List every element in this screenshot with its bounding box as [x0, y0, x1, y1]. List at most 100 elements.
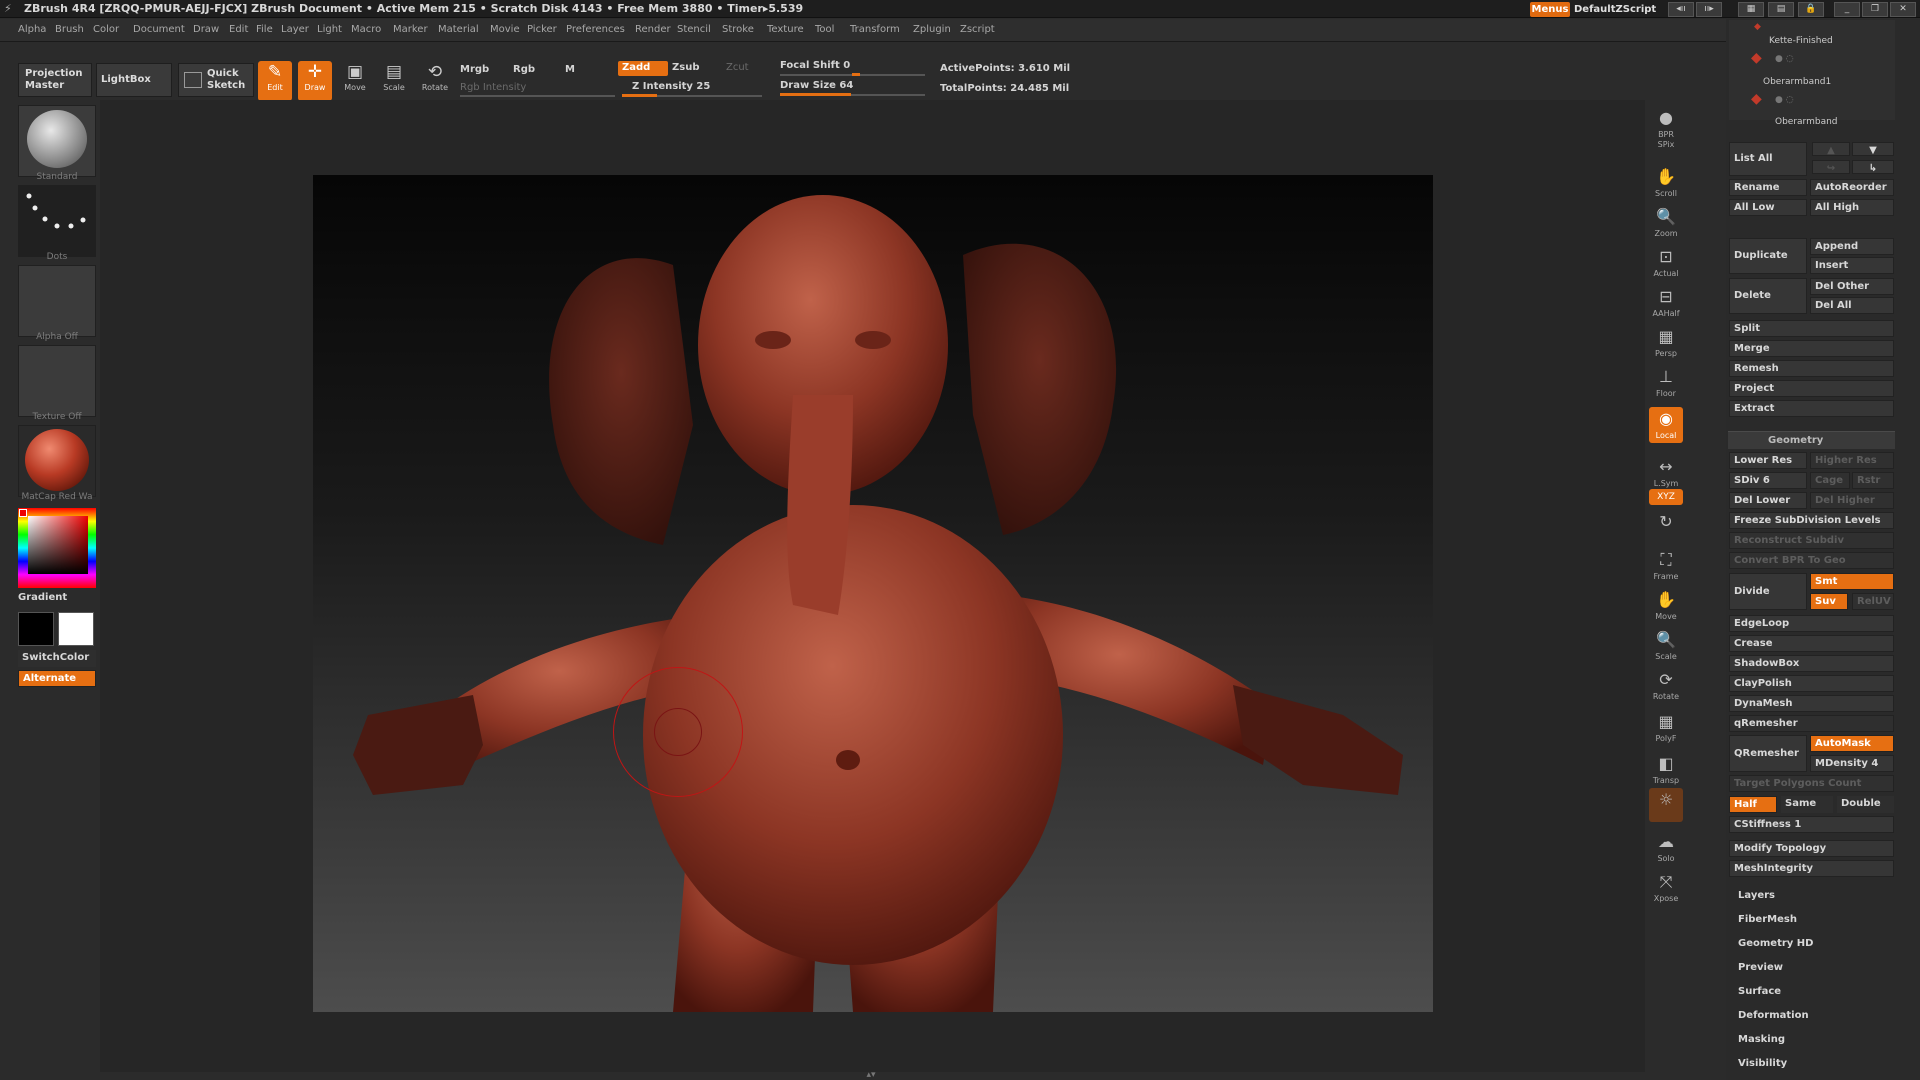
lsym-button[interactable]: ↔ L.Sym — [1649, 455, 1683, 491]
rstr-button[interactable]: Rstr — [1852, 472, 1894, 489]
menu-alpha[interactable]: Alpha — [18, 24, 46, 35]
move-up-icon[interactable]: ▲ — [1812, 142, 1850, 156]
rotate-view-button[interactable]: ⟳ Rotate — [1649, 668, 1683, 704]
all-high-button[interactable]: All High — [1810, 199, 1894, 216]
target-polygons-slider[interactable]: Target Polygons Count — [1729, 775, 1894, 792]
del-higher-button[interactable]: Del Higher — [1810, 492, 1894, 509]
layout-icon[interactable]: ▦ — [1738, 2, 1764, 17]
list-all-button[interactable]: List All — [1729, 142, 1807, 176]
move-down-icon[interactable]: ▼ — [1852, 142, 1894, 156]
menu-preferences[interactable]: Preferences — [566, 24, 625, 35]
local-button[interactable]: ◉ Local — [1649, 407, 1683, 443]
move-button[interactable]: ▣ Move — [338, 61, 372, 101]
masking-section[interactable]: Masking — [1738, 1034, 1785, 1045]
subtool-visibility-icon[interactable]: ● ◌ — [1775, 95, 1794, 105]
menu-file[interactable]: File — [256, 24, 273, 35]
qremesher-button[interactable]: QRemesher — [1729, 735, 1807, 772]
transp-button[interactable]: ◧ Transp — [1649, 752, 1683, 788]
alpha-selector[interactable] — [18, 265, 96, 337]
quick-sketch-button[interactable]: Quick Sketch — [178, 63, 254, 97]
solo-button[interactable]: ☁ Solo — [1649, 830, 1683, 866]
lightbox-button[interactable]: LightBox — [96, 63, 172, 97]
close-icon[interactable]: ✕ — [1890, 2, 1916, 17]
rotate-button[interactable]: ⟲ Rotate — [418, 61, 452, 101]
zsub-button[interactable]: Zsub — [672, 62, 699, 73]
actual-button[interactable]: ⊡ Actual — [1649, 245, 1683, 281]
zoom-button[interactable]: 🔍 Zoom — [1649, 205, 1683, 241]
menu-movie[interactable]: Movie — [490, 24, 520, 35]
menu-marker[interactable]: Marker — [393, 24, 428, 35]
3d-viewport-canvas[interactable] — [313, 175, 1433, 1012]
focal-shift-slider[interactable]: Focal Shift 0 — [780, 60, 850, 71]
suv-toggle[interactable]: Suv — [1810, 593, 1848, 610]
append-button[interactable]: Append — [1810, 238, 1894, 255]
scroll-button[interactable]: ✋ Scroll — [1649, 165, 1683, 201]
zadd-button[interactable]: Zadd — [618, 61, 668, 76]
spix-slider[interactable]: SPix — [1649, 140, 1683, 162]
texture-selector[interactable] — [18, 345, 96, 417]
edgeloop-button[interactable]: EdgeLoop — [1729, 615, 1894, 632]
zcut-button[interactable]: Zcut — [726, 62, 749, 73]
geometry-hd-section[interactable]: Geometry HD — [1738, 938, 1813, 949]
same-button[interactable]: Same — [1781, 796, 1833, 813]
xpose-button[interactable]: ⤧ Xpose — [1649, 870, 1683, 906]
del-other-button[interactable]: Del Other — [1810, 278, 1894, 295]
menu-zscript[interactable]: Zscript — [960, 24, 995, 35]
insert-button[interactable]: Insert — [1810, 257, 1894, 274]
move-view-button[interactable]: ✋ Move — [1649, 588, 1683, 624]
automask-toggle[interactable]: AutoMask — [1810, 735, 1894, 752]
menus-toggle-button[interactable]: Menus — [1530, 2, 1570, 17]
menu-picker[interactable]: Picker — [527, 24, 557, 35]
ghost-button[interactable]: ☼ — [1649, 788, 1683, 822]
cage-button[interactable]: Cage — [1810, 472, 1850, 489]
dynamesh-button[interactable]: DynaMesh — [1729, 695, 1894, 712]
arrow-return-icon[interactable]: ↳ — [1852, 160, 1894, 174]
layers-section[interactable]: Layers — [1738, 890, 1775, 901]
menu-layer[interactable]: Layer — [281, 24, 309, 35]
modify-topology-button[interactable]: Modify Topology — [1729, 840, 1894, 857]
deformation-section[interactable]: Deformation — [1738, 1010, 1809, 1021]
alternate-button[interactable]: Alternate — [18, 670, 96, 687]
mdensity-slider[interactable]: MDensity 4 — [1810, 755, 1894, 772]
divide-button[interactable]: Divide — [1729, 573, 1807, 610]
menu-texture[interactable]: Texture — [767, 24, 804, 35]
lower-res-button[interactable]: Lower Res — [1729, 452, 1807, 469]
fibermesh-section[interactable]: FiberMesh — [1738, 914, 1797, 925]
persp-button[interactable]: ▦ Persp — [1649, 325, 1683, 361]
smt-toggle[interactable]: Smt — [1810, 573, 1894, 590]
minimize-icon[interactable]: _ — [1834, 2, 1860, 17]
projection-master-button[interactable]: Projection Master — [18, 63, 92, 97]
main-color-swatch[interactable] — [18, 612, 54, 646]
rgb-button[interactable]: Rgb — [513, 64, 535, 75]
extract-button[interactable]: Extract — [1729, 400, 1894, 417]
menu-color[interactable]: Color — [93, 24, 119, 35]
menu-light[interactable]: Light — [317, 24, 342, 35]
del-all-button[interactable]: Del All — [1810, 297, 1894, 314]
menu-material[interactable]: Material — [438, 24, 479, 35]
split-button[interactable]: Split — [1729, 320, 1894, 337]
menu-macro[interactable]: Macro — [351, 24, 381, 35]
bottom-tray-toggle-icon[interactable]: ▴▾ — [806, 1071, 936, 1080]
floor-button[interactable]: ⊥ Floor — [1649, 365, 1683, 401]
polyf-button[interactable]: ▦ PolyF — [1649, 710, 1683, 746]
geometry-header[interactable]: Geometry — [1728, 431, 1895, 449]
menu-edit[interactable]: Edit — [229, 24, 248, 35]
menu-draw[interactable]: Draw — [193, 24, 219, 35]
brush-selector[interactable] — [18, 105, 96, 177]
scale-button[interactable]: ▤ Scale — [377, 61, 411, 101]
shadowbox-button[interactable]: ShadowBox — [1729, 655, 1894, 672]
mesh-integrity-button[interactable]: MeshIntegrity — [1729, 860, 1894, 877]
material-selector[interactable] — [18, 425, 96, 497]
sdiv-slider[interactable]: SDiv 6 — [1729, 472, 1807, 489]
color-picker[interactable] — [18, 508, 96, 588]
draw-button[interactable]: ✛ Draw — [298, 61, 332, 101]
menu-stencil[interactable]: Stencil — [677, 24, 711, 35]
frame-button[interactable]: ⛶ Frame — [1649, 548, 1683, 584]
m-button[interactable]: M — [565, 64, 575, 75]
double-button[interactable]: Double — [1837, 796, 1894, 813]
secondary-color-swatch[interactable] — [58, 612, 94, 646]
arrow-right-icon[interactable]: ↪ — [1812, 160, 1850, 174]
menu-stroke[interactable]: Stroke — [722, 24, 754, 35]
reluv-button[interactable]: RelUV — [1852, 593, 1894, 610]
del-lower-button[interactable]: Del Lower — [1729, 492, 1807, 509]
